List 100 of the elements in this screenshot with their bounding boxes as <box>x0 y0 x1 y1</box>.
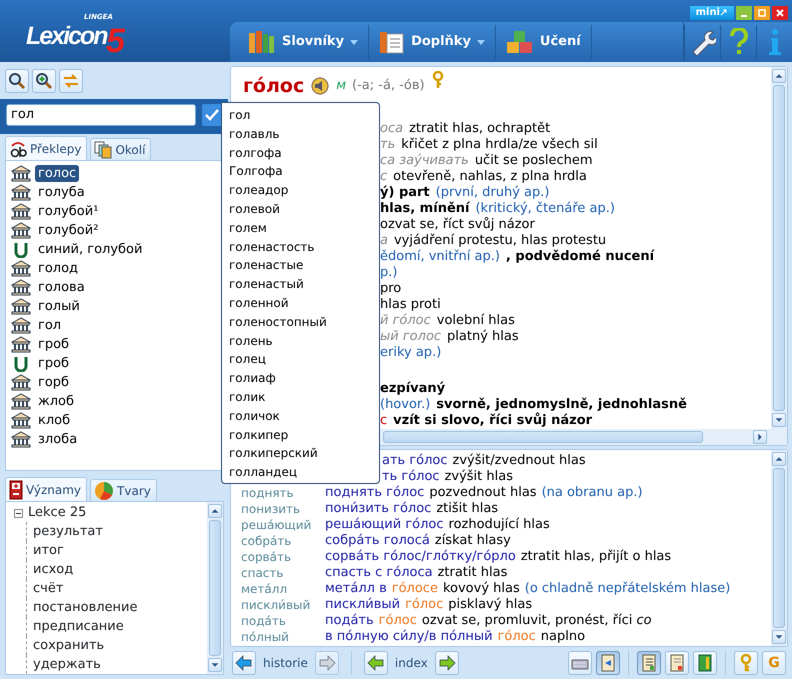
russian-phrase[interactable]: мета́лл в <box>325 581 387 597</box>
word-item[interactable]: голуба <box>35 184 88 202</box>
suggestion-item[interactable]: голец <box>229 350 379 370</box>
keyword: пискли́вый <box>241 597 312 613</box>
building-icon <box>11 374 31 392</box>
suggestion-item[interactable]: голичок <box>229 406 379 426</box>
tree-item[interactable]: удержать <box>33 657 101 672</box>
suggestion-item[interactable]: голкиперский <box>229 444 379 464</box>
russian-phrase[interactable]: сорва́ть го́лос/гло́тку/го́рло <box>325 549 516 565</box>
russian-phrase[interactable]: пода́ть <box>325 613 374 629</box>
example-phrase: й го́лос <box>380 313 431 329</box>
tree-item[interactable]: сохранить <box>33 638 104 654</box>
suggestion-item[interactable]: голеностопный <box>229 312 379 332</box>
russian-phrase[interactable]: поднять го́лос <box>325 485 424 501</box>
scroll-down-button[interactable] <box>208 658 222 672</box>
suggestion-item[interactable]: голеадор <box>229 181 379 200</box>
suggestion-item[interactable]: голенастость <box>229 238 379 256</box>
view-button[interactable] <box>637 651 661 675</box>
suggestion-item[interactable]: голенной <box>229 294 379 313</box>
russian-phrase[interactable]: спасть с го́лоса <box>325 565 433 581</box>
keyword: спасть <box>241 565 284 581</box>
russian-phrase[interactable]: собра́ть голоса́ <box>325 533 430 549</box>
suggestion-item[interactable]: голем <box>229 218 379 238</box>
close-button[interactable] <box>772 6 788 20</box>
scroll-thumb[interactable] <box>773 468 785 628</box>
russian-phrase[interactable]: в по́лную си́лу/в по́лный <box>325 629 493 645</box>
zoom-in-icon[interactable] <box>32 69 56 93</box>
scroll-up-button[interactable] <box>208 504 222 518</box>
collapse-icon[interactable] <box>14 508 23 518</box>
view-button[interactable] <box>568 651 592 675</box>
russian-phrase[interactable]: ать го́лос <box>382 453 448 469</box>
word-item[interactable]: горб <box>35 374 72 392</box>
tree-item[interactable]: счёт <box>33 581 64 596</box>
suggestion-item[interactable]: голкипер <box>229 426 379 444</box>
tree-item[interactable]: Lekce 25 <box>28 503 86 523</box>
word-item[interactable]: синий, голубой <box>35 241 146 258</box>
speaker-icon[interactable] <box>310 76 330 96</box>
word-item[interactable]: голод <box>35 260 82 278</box>
word-item[interactable]: голос <box>35 165 80 182</box>
word-item[interactable]: голый <box>35 298 83 316</box>
tab[interactable]: Tvary <box>90 479 157 502</box>
scroll-down-button[interactable] <box>772 630 786 644</box>
scroll-down-button[interactable] <box>772 413 786 427</box>
menu-item[interactable]: Doplňky <box>369 25 496 59</box>
tree-item[interactable]: результат <box>33 524 103 540</box>
word-item[interactable]: жлоб <box>35 393 77 410</box>
russian-phrase[interactable]: ть го́лос <box>382 469 440 485</box>
word-item[interactable]: гол <box>35 317 64 334</box>
previous-button[interactable] <box>364 651 388 675</box>
translation-text: ztratit hlas, ochraptět <box>409 121 550 137</box>
suggestion-item[interactable]: голландец <box>229 463 379 482</box>
book-icon <box>600 654 616 672</box>
arrow-icon <box>720 8 728 16</box>
tree-item[interactable]: предписание <box>33 619 124 634</box>
scroll-thumb[interactable] <box>773 85 785 411</box>
suggestion-item[interactable]: голень <box>229 332 379 350</box>
scroll-up-button[interactable] <box>772 69 786 83</box>
back-button[interactable] <box>232 651 256 675</box>
suggestion-item[interactable]: голенастые <box>229 256 379 276</box>
suggestion-item[interactable]: голиаф <box>229 369 379 388</box>
menu-item[interactable]: Slovníky <box>238 25 370 59</box>
russian-phrase[interactable]: пискли́вый <box>325 597 400 613</box>
building-icon <box>11 279 31 296</box>
usage-note: (první, druhý ap.) <box>436 185 550 201</box>
word-item[interactable]: гроб <box>35 336 72 354</box>
tab[interactable]: Okolí <box>90 138 152 160</box>
word-item[interactable]: клоб <box>35 412 74 430</box>
next-button[interactable] <box>434 651 459 675</box>
translation-text: zvýšit hlas <box>444 469 513 485</box>
word-item[interactable]: голубой¹ <box>35 203 102 220</box>
tree-item[interactable]: итог <box>33 543 64 558</box>
view-button[interactable] <box>596 651 620 675</box>
tab[interactable]: Významy <box>5 477 88 502</box>
suggestion-item[interactable]: голавль <box>229 124 379 144</box>
tree-item[interactable]: исход <box>33 562 74 578</box>
view-button[interactable] <box>693 651 717 675</box>
scroll-up-button[interactable] <box>772 452 786 466</box>
suggestion-item[interactable]: голевой <box>229 200 379 219</box>
view-button[interactable] <box>665 651 689 675</box>
word-item[interactable]: гроб <box>35 355 72 372</box>
menu-item[interactable]: Učení <box>496 25 592 59</box>
suggestion-item[interactable]: голенастый <box>229 275 379 294</box>
word-item[interactable]: злоба <box>35 431 80 448</box>
russian-phrase[interactable]: реша́ющий го́лос <box>325 517 444 533</box>
scroll-right-button[interactable] <box>753 430 767 444</box>
scroll-thumb[interactable] <box>383 431 703 443</box>
search-icon[interactable] <box>5 69 29 93</box>
russian-phrase[interactable]: пони́зить го́лос <box>325 501 432 517</box>
suggestion-item[interactable]: гол <box>229 106 379 125</box>
translation-text: křičet z plna hrdla/ze všech sil <box>401 137 598 153</box>
word-item[interactable]: голова <box>35 279 88 296</box>
suggestion-item[interactable]: голгофа <box>229 144 379 162</box>
confirm-button[interactable] <box>202 104 222 126</box>
word-item[interactable]: голубой² <box>35 222 102 240</box>
suggestion-item[interactable]: Голгофа <box>229 162 379 182</box>
tab[interactable]: Překlepy <box>5 136 88 160</box>
search-field[interactable]: гол <box>6 104 196 126</box>
suggestion-item[interactable]: голик <box>229 388 379 407</box>
scroll-thumb[interactable] <box>209 520 221 656</box>
tree-item[interactable]: постановление <box>33 600 138 616</box>
